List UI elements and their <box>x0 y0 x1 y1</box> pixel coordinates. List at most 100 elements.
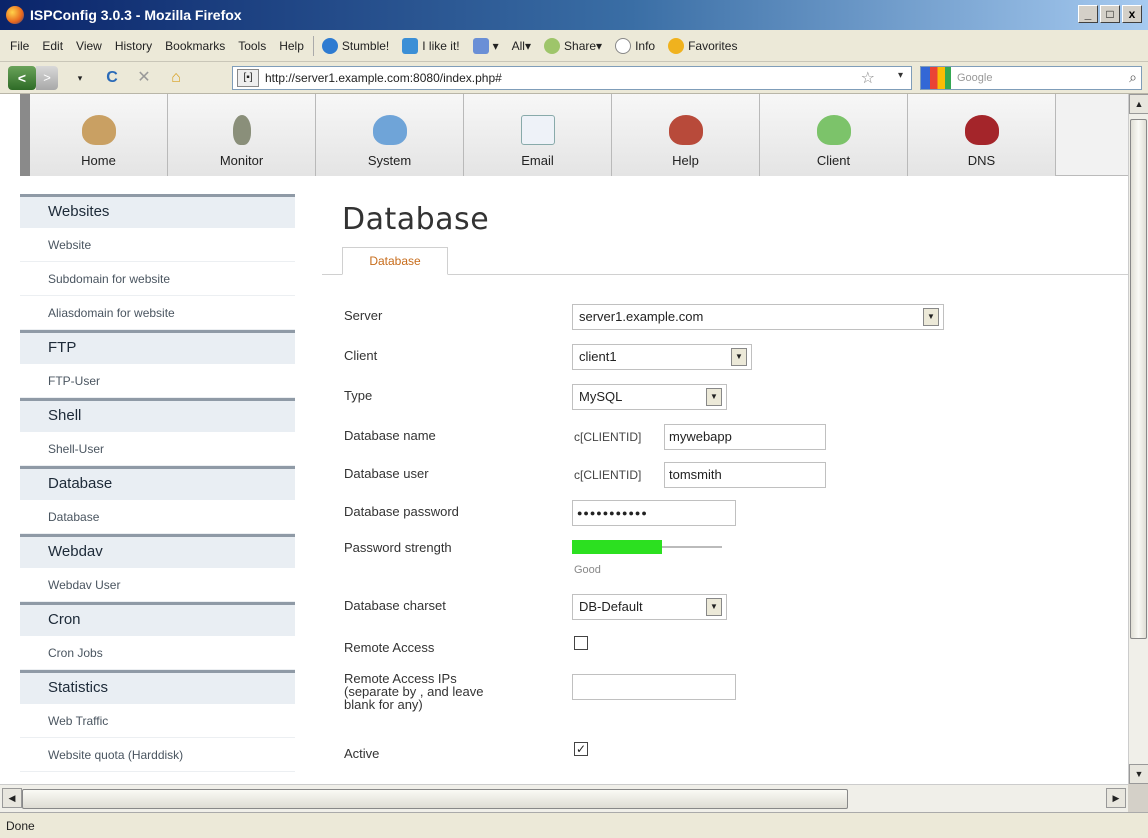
module-home[interactable]: Home <box>20 94 168 176</box>
dislike-button[interactable]: ▾ <box>472 37 499 54</box>
search-icon[interactable]: ⌕ <box>1129 69 1137 86</box>
menu-file[interactable]: File <box>10 39 29 53</box>
module-label: Client <box>816 153 851 168</box>
sidebar-item-web-traffic[interactable]: Web Traffic <box>20 704 295 738</box>
sidebar: Websites Website Subdomain for website A… <box>20 194 295 772</box>
speech-bubble-icon <box>615 37 632 54</box>
remote-label: Remote Access <box>344 640 435 655</box>
firefox-logo-icon <box>6 6 24 24</box>
dbpass-label: Database password <box>344 504 459 519</box>
sidebar-item-website-quota[interactable]: Website quota (Harddisk) <box>20 738 295 772</box>
scroll-right-icon[interactable]: ▶ <box>1106 788 1126 808</box>
sidebar-item-subdomain[interactable]: Subdomain for website <box>20 262 295 296</box>
module-label: Monitor <box>219 153 264 168</box>
dbuser-prefix: c[CLIENTID] <box>574 468 642 482</box>
scroll-down-icon[interactable]: ▼ <box>1129 764 1148 784</box>
share-icon <box>544 37 561 54</box>
status-bar: Done <box>0 812 1148 838</box>
url-bar[interactable]: [▪] http://server1.example.com:8080/inde… <box>232 66 912 90</box>
vertical-scroll-thumb[interactable] <box>1130 119 1147 639</box>
sidebar-item-cron-jobs[interactable]: Cron Jobs <box>20 636 295 670</box>
module-system[interactable]: System <box>316 94 464 176</box>
minimize-button[interactable]: _ <box>1078 5 1098 23</box>
sidebar-item-aliasdomain[interactable]: Aliasdomain for website <box>20 296 295 330</box>
remote-ips-label-line3: blank for any) <box>344 697 423 712</box>
thumbs-up-icon <box>402 37 419 54</box>
search-box[interactable]: Google ⌕ <box>920 66 1142 90</box>
main-content: Database Database Server server1.example… <box>322 194 1128 761</box>
menu-tools[interactable]: Tools <box>238 39 266 53</box>
navigation-toolbar: < > ▾ C ✕ ⌂ [▪] http://server1.example.c… <box>0 62 1148 94</box>
info-button[interactable]: Info <box>615 37 656 54</box>
module-dns[interactable]: DNS <box>908 94 1056 176</box>
server-select[interactable]: server1.example.com ▼ <box>572 304 944 330</box>
module-help[interactable]: Help <box>612 94 760 176</box>
dbuser-input[interactable]: tomsmith <box>664 462 826 488</box>
strength-value: Good <box>574 564 601 576</box>
dbpass-input[interactable]: ●●●●●●●●●●● <box>572 500 736 526</box>
home-icon[interactable]: ⌂ <box>165 67 187 89</box>
like-button[interactable]: I like it! <box>402 37 460 54</box>
menu-bar: File Edit View History Bookmarks Tools H… <box>0 30 1148 62</box>
sidebar-heading-statistics: Statistics <box>20 670 295 704</box>
remote-ips-input[interactable] <box>572 674 736 700</box>
module-monitor[interactable]: Monitor <box>168 94 316 176</box>
charset-label: Database charset <box>344 598 446 613</box>
vertical-scrollbar[interactable]: ▲ ▼ <box>1128 94 1148 784</box>
back-button[interactable]: < <box>8 65 36 90</box>
client-select[interactable]: client1 ▼ <box>572 344 752 370</box>
module-email[interactable]: Email <box>464 94 612 176</box>
site-identity-icon[interactable]: [▪] <box>237 69 259 87</box>
reload-icon[interactable]: C <box>101 67 123 89</box>
sidebar-item-shell-user[interactable]: Shell-User <box>20 432 295 466</box>
google-search-engine-icon[interactable] <box>921 67 951 89</box>
horizontal-scroll-thumb[interactable] <box>22 789 848 809</box>
menu-help[interactable]: Help <box>279 39 304 53</box>
bookmark-star-icon[interactable]: ☆ <box>861 68 875 88</box>
client-module-icon <box>816 115 851 145</box>
url-dropdown-icon[interactable]: ▾ <box>898 70 903 81</box>
menu-edit[interactable]: Edit <box>42 39 63 53</box>
dbuser-value: tomsmith <box>669 467 722 482</box>
share-button[interactable]: Share ▾ <box>544 37 602 54</box>
menu-bookmarks[interactable]: Bookmarks <box>165 39 225 53</box>
history-dropdown-icon[interactable]: ▾ <box>69 67 91 89</box>
page-title: Database <box>342 202 490 237</box>
module-label: Home <box>81 153 116 168</box>
dbpass-value: ●●●●●●●●●●● <box>577 508 648 518</box>
remote-access-checkbox[interactable] <box>574 636 588 650</box>
module-label: Email <box>521 153 554 168</box>
active-checkbox[interactable]: ✓ <box>574 742 588 756</box>
sidebar-item-website[interactable]: Website <box>20 228 295 262</box>
dns-module-icon <box>964 115 999 145</box>
favorites-button[interactable]: Favorites <box>668 37 737 54</box>
module-client[interactable]: Client <box>760 94 908 176</box>
forward-button[interactable]: > <box>36 65 58 90</box>
charset-select[interactable]: DB-Default ▼ <box>572 594 727 620</box>
info-label: Info <box>635 38 656 53</box>
sidebar-heading-cron: Cron <box>20 602 295 636</box>
dbname-input[interactable]: mywebapp <box>664 424 826 450</box>
maximize-button[interactable]: □ <box>1100 5 1120 23</box>
sidebar-heading-shell: Shell <box>20 398 295 432</box>
stumble-button[interactable]: Stumble! <box>321 37 389 54</box>
scroll-up-icon[interactable]: ▲ <box>1129 94 1148 114</box>
sidebar-item-ftp-user[interactable]: FTP-User <box>20 364 295 398</box>
scroll-left-icon[interactable]: ◀ <box>2 788 22 808</box>
dbname-label: Database name <box>344 428 436 443</box>
password-strength-meter <box>572 540 722 554</box>
share-label: Share <box>564 38 597 53</box>
sidebar-item-database[interactable]: Database <box>20 500 295 534</box>
close-button[interactable]: x <box>1122 5 1142 23</box>
tab-database[interactable]: Database <box>342 247 448 275</box>
stop-icon[interactable]: ✕ <box>133 67 155 89</box>
menu-view[interactable]: View <box>76 39 102 53</box>
horizontal-scrollbar[interactable]: ◀ ▶ <box>0 784 1128 812</box>
type-select[interactable]: MySQL ▼ <box>572 384 727 410</box>
all-dropdown[interactable]: All ▾ <box>512 39 531 53</box>
menu-history[interactable]: History <box>115 39 152 53</box>
sidebar-item-webdav-user[interactable]: Webdav User <box>20 568 295 602</box>
page-viewport: Home Monitor System Email Help Client DN… <box>0 94 1128 784</box>
dbname-prefix: c[CLIENTID] <box>574 430 642 444</box>
charset-value: DB-Default <box>579 599 643 614</box>
